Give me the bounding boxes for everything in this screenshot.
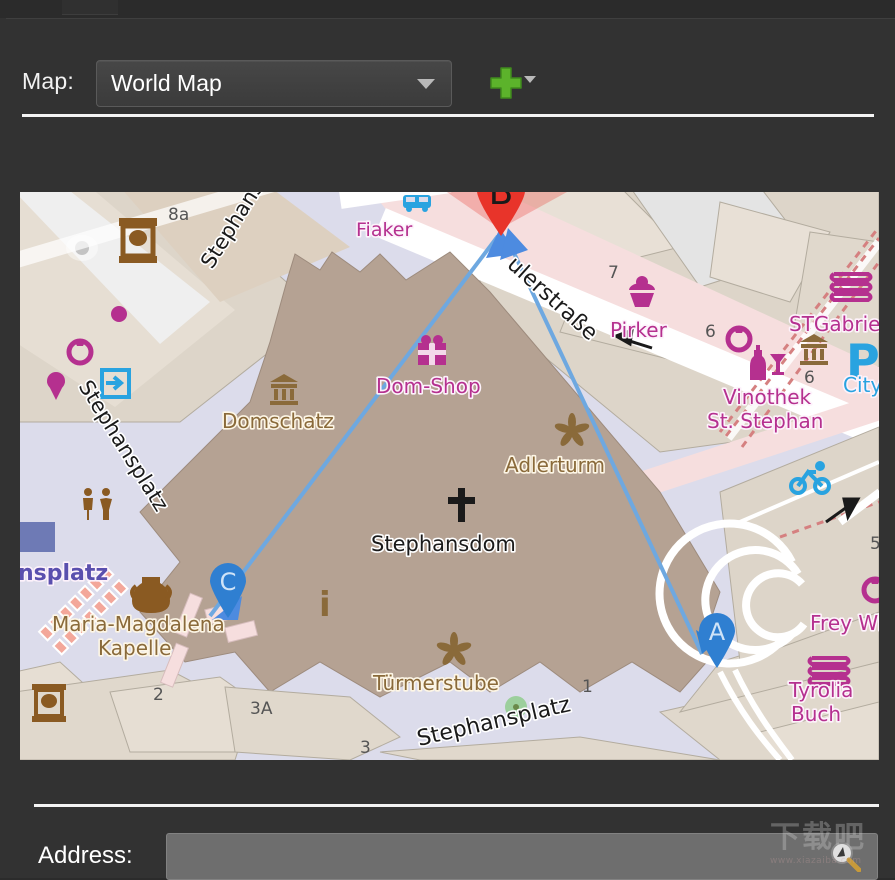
- svg-text:Pirker: Pirker: [610, 318, 668, 342]
- chevron-down-icon: [417, 79, 435, 89]
- svg-text:7: 7: [608, 263, 619, 283]
- svg-text:Kapelle: Kapelle: [98, 636, 171, 660]
- window-tab-stub: [62, 0, 118, 15]
- svg-text:Tyrolia: Tyrolia: [788, 678, 853, 702]
- svg-text:3: 3: [360, 738, 371, 758]
- svg-text:Buch: Buch: [791, 702, 841, 726]
- svg-text:Türmerstube: Türmerstube: [372, 671, 499, 695]
- svg-text:City: City: [843, 373, 879, 397]
- svg-text:6: 6: [705, 322, 716, 342]
- map-viewport[interactable]: .lbl{font-family:"DejaVu Sans",sans-seri…: [20, 192, 879, 760]
- svg-text:C: C: [220, 568, 237, 596]
- svg-text:Stephansdom: Stephansdom: [371, 532, 516, 556]
- window-top-edge: [0, 0, 895, 18]
- map-selector-row: Map: World Map: [0, 24, 895, 107]
- divider-top: [22, 114, 874, 117]
- svg-text:STGabriel: STGabriel: [789, 312, 879, 336]
- information-icon: i: [319, 585, 331, 625]
- map-select[interactable]: World Map: [96, 60, 452, 107]
- svg-text:1: 1: [582, 677, 593, 697]
- map-select-value: World Map: [111, 70, 222, 96]
- add-map-button[interactable]: [488, 62, 536, 104]
- cafe-icon: [119, 218, 157, 263]
- svg-text:Domschatz: Domschatz: [222, 409, 334, 433]
- svg-text:2: 2: [153, 685, 164, 705]
- chevron-down-icon: [524, 76, 536, 83]
- divider-bottom: [34, 804, 879, 807]
- svg-text:5: 5: [870, 534, 879, 554]
- svg-text:Vinothek: Vinothek: [723, 385, 812, 409]
- svg-text:St. Stephan: St. Stephan: [707, 409, 823, 433]
- search-icon[interactable]: [829, 840, 861, 872]
- panel-top-border: [6, 18, 895, 19]
- map-toolbar: [0, 132, 895, 318]
- address-input-field[interactable]: [167, 834, 877, 879]
- svg-text:A: A: [709, 618, 726, 646]
- address-label: Address:: [38, 842, 133, 869]
- address-input[interactable]: [166, 833, 878, 880]
- svg-text:Fiaker: Fiaker: [356, 219, 412, 241]
- plus-icon: [490, 67, 522, 99]
- svg-text:3A: 3A: [250, 699, 273, 719]
- svg-text:Maria-Magdalena: Maria-Magdalena: [52, 612, 225, 636]
- svg-text:Frey Wi: Frey Wi: [810, 611, 879, 635]
- svg-text:B: B: [489, 192, 514, 213]
- svg-text:8a: 8a: [168, 205, 189, 225]
- svg-text:Dom-Shop: Dom-Shop: [376, 374, 481, 398]
- cafe-icon: [32, 684, 66, 722]
- svg-text:nsplatz: nsplatz: [20, 561, 108, 586]
- svg-text:Adlerturm: Adlerturm: [505, 453, 605, 477]
- map-canvas: .lbl{font-family:"DejaVu Sans",sans-seri…: [20, 192, 879, 760]
- map-panel: Map: World Map P i 8a Stephans Fiaker St…: [0, 0, 895, 880]
- map-label: Map:: [22, 68, 74, 94]
